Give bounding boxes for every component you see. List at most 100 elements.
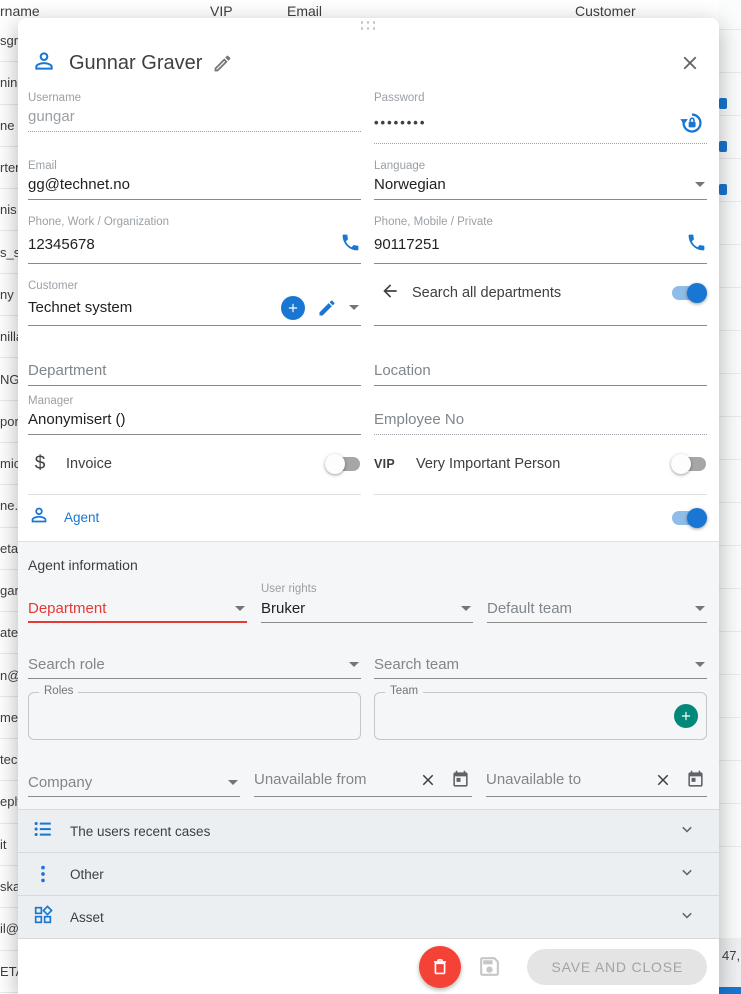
background-table-rows-left: sgrninnerterniss_slnynillaNGApormicne.le… (0, 20, 18, 994)
table-row[interactable] (719, 546, 741, 589)
calendar-icon[interactable] (449, 768, 472, 791)
panel-other[interactable]: Other (18, 852, 719, 895)
table-row[interactable]: ska (0, 866, 18, 908)
lock-reset-icon[interactable] (677, 108, 707, 138)
username-field: Username gungar (28, 91, 361, 144)
table-row[interactable] (719, 116, 741, 159)
clear-icon[interactable] (652, 769, 674, 791)
phone-icon[interactable] (686, 232, 707, 258)
add-customer-button[interactable] (281, 296, 305, 320)
email-field[interactable]: Email gg@technet.no (28, 159, 361, 200)
table-row[interactable] (719, 804, 741, 847)
department-field[interactable]: Department (28, 359, 361, 386)
table-row[interactable] (719, 288, 741, 331)
save-and-close-button[interactable]: SAVE AND CLOSE (527, 949, 707, 985)
table-row[interactable]: mey (0, 697, 18, 739)
table-row[interactable]: il@ (0, 908, 18, 950)
table-row[interactable]: it (0, 824, 18, 866)
table-row[interactable] (719, 374, 741, 417)
background-table-header: rname VIP Email Customer (0, 0, 741, 20)
chevron-down-icon (677, 862, 697, 887)
employee-no-field[interactable]: Employee No (374, 394, 707, 435)
table-row[interactable] (719, 761, 741, 804)
table-row[interactable]: s_sl (0, 231, 18, 273)
table-row[interactable]: por (0, 401, 18, 443)
language-select[interactable]: Language Norwegian (374, 159, 707, 200)
table-row[interactable] (719, 675, 741, 718)
table-row[interactable]: gar (0, 570, 18, 612)
add-team-button[interactable] (674, 704, 698, 728)
unavailable-to-field[interactable]: Unavailable to (486, 765, 707, 797)
table-row[interactable] (719, 417, 741, 460)
table-row[interactable]: NGA (0, 358, 18, 400)
chevron-down-icon[interactable] (349, 305, 359, 310)
save-icon[interactable] (477, 954, 502, 979)
team-box[interactable]: Team (374, 692, 707, 740)
table-row[interactable] (719, 73, 741, 116)
table-row[interactable]: nin (0, 62, 18, 104)
table-row[interactable]: rter (0, 147, 18, 189)
table-row[interactable] (719, 245, 741, 288)
user-rights-value: Bruker (261, 600, 451, 617)
edit-name-button[interactable] (210, 51, 235, 76)
table-row[interactable] (719, 460, 741, 503)
chevron-down-icon (695, 182, 705, 187)
agent-toggle-row: Agent (18, 495, 719, 541)
table-row[interactable]: sgr (0, 20, 18, 62)
chevron-down-icon (695, 662, 705, 667)
table-row[interactable]: nis (0, 189, 18, 231)
table-row[interactable] (719, 503, 741, 546)
close-icon[interactable] (677, 50, 703, 76)
company-select[interactable]: Company (28, 770, 240, 797)
user-rights-select[interactable]: User rights Bruker (261, 582, 473, 623)
table-row[interactable]: nilla (0, 316, 18, 358)
vip-toggle[interactable] (671, 454, 707, 474)
unavailable-from-field[interactable]: Unavailable from (254, 765, 472, 797)
panel-recent-cases[interactable]: The users recent cases (18, 809, 719, 852)
bg-col-vip: VIP (210, 3, 233, 19)
location-field[interactable]: Location (374, 359, 707, 386)
search-team-select[interactable]: Search team (374, 652, 707, 679)
calendar-icon[interactable] (684, 768, 707, 791)
table-row[interactable]: mic (0, 443, 18, 485)
table-row[interactable] (719, 589, 741, 632)
default-team-select[interactable]: Default team (487, 596, 707, 623)
table-row[interactable]: ETA (0, 951, 18, 993)
delete-button[interactable] (419, 946, 461, 988)
widgets-icon (32, 904, 54, 931)
table-row[interactable] (719, 0, 741, 30)
agent-toggle[interactable] (671, 508, 707, 528)
table-row[interactable] (719, 202, 741, 245)
manager-field[interactable]: Manager Anonymisert () (28, 394, 361, 435)
table-row[interactable]: tec (0, 739, 18, 781)
roles-box[interactable]: Roles (28, 692, 361, 740)
search-all-departments-toggle[interactable] (671, 283, 707, 303)
phone-icon[interactable] (340, 232, 361, 258)
panel-asset[interactable]: Asset (18, 895, 719, 938)
table-row[interactable]: ate (0, 612, 18, 654)
table-row[interactable] (719, 159, 741, 202)
phone-mobile-field[interactable]: Phone, Mobile / Private 90117251 (374, 215, 707, 264)
table-row[interactable]: ne.l (0, 485, 18, 527)
edit-customer-icon[interactable] (315, 296, 339, 320)
table-row[interactable]: ne (0, 105, 18, 147)
table-row[interactable] (719, 331, 741, 374)
arrow-back-icon[interactable] (380, 281, 400, 306)
more-vert-icon (32, 863, 54, 885)
phone-work-field[interactable]: Phone, Work / Organization 12345678 (28, 215, 361, 264)
search-role-select[interactable]: Search role (28, 652, 361, 679)
customer-field[interactable]: Customer Technet system (28, 279, 361, 326)
table-row[interactable]: eply (0, 781, 18, 823)
icon-fragment (719, 141, 727, 152)
table-row[interactable]: n@ (0, 654, 18, 696)
agent-department-select[interactable]: Department (28, 596, 247, 623)
table-row[interactable] (719, 30, 741, 73)
table-row[interactable]: etar (0, 528, 18, 570)
drag-handle[interactable] (18, 18, 719, 34)
table-row[interactable] (719, 718, 741, 761)
chevron-down-icon (349, 662, 359, 667)
table-row[interactable]: ny (0, 274, 18, 316)
table-row[interactable] (719, 632, 741, 675)
clear-icon[interactable] (417, 769, 439, 791)
invoice-toggle[interactable] (325, 454, 361, 474)
